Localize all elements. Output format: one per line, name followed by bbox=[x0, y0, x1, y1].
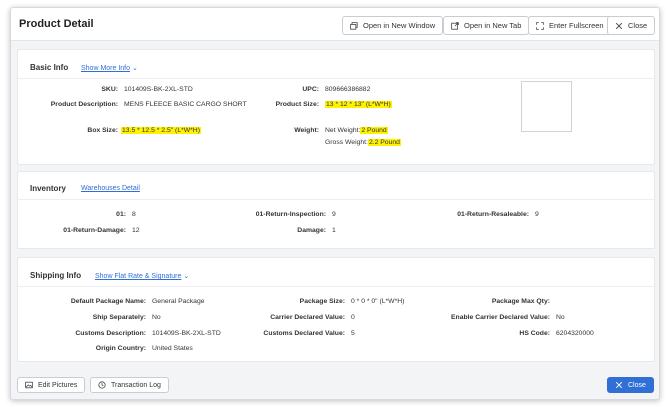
net-weight-row: Net Weight:2 Pound bbox=[325, 127, 388, 134]
upc-value: 809666386882 bbox=[325, 86, 371, 93]
customs-description-value: 101409S-BK-2XL-STD bbox=[152, 330, 221, 337]
box-size-highlight: 13.5 * 12.5 * 2.5" (L*W*H) bbox=[121, 127, 201, 134]
sku-label: SKU: bbox=[101, 86, 118, 93]
show-more-info-label: Show More Info bbox=[81, 65, 131, 72]
customs-declared-value: 5 bbox=[351, 330, 355, 337]
product-description-label: Product Description: bbox=[50, 101, 118, 108]
product-description-value: MENS FLEECE BASIC CARGO SHORT bbox=[124, 101, 247, 108]
ship-separately-label: Ship Separately: bbox=[92, 314, 146, 321]
upc-label: UPC: bbox=[302, 86, 319, 93]
shipping-info-card: Shipping Info Show Flat Rate & Signature… bbox=[17, 257, 655, 362]
product-size-value: 13 * 12 * 13" (L*W*H) bbox=[325, 101, 392, 108]
product-detail-modal: Product Detail Open in New Window Open i… bbox=[10, 7, 660, 400]
window-icon bbox=[350, 21, 358, 30]
footer-close-label: Close bbox=[628, 381, 646, 389]
damage-label: Damage: bbox=[297, 227, 326, 234]
show-flat-rate-link[interactable]: Show Flat Rate & Signature ⌄ bbox=[95, 272, 189, 280]
transaction-log-button[interactable]: Transaction Log bbox=[90, 377, 169, 393]
enter-fullscreen-button[interactable]: Enter Fullscreen bbox=[528, 16, 612, 35]
clock-icon bbox=[98, 381, 106, 389]
carrier-declared-label: Carrier Declared Value: bbox=[270, 314, 345, 321]
carrier-declared-value: 0 bbox=[351, 314, 355, 321]
package-max-qty-label: Package Max Qty: bbox=[491, 298, 550, 305]
warehouses-detail-link[interactable]: Warehouses Detail bbox=[81, 185, 140, 192]
edit-pictures-label: Edit Pictures bbox=[38, 381, 78, 389]
net-weight-value: 2 Pound bbox=[360, 127, 388, 134]
gross-weight-label: Gross Weight: bbox=[325, 139, 368, 146]
sku-value: 101409S-BK-2XL-STD bbox=[124, 86, 193, 93]
damage-value: 1 bbox=[332, 227, 336, 234]
modal-header: Product Detail Open in New Window Open i… bbox=[11, 8, 659, 41]
footer-close-button[interactable]: Close bbox=[607, 377, 654, 393]
close-icon bbox=[615, 22, 623, 30]
basic-info-card: Basic Info Show More Info ⌄ SKU: 101409S-… bbox=[17, 49, 655, 165]
return-resaleable-value: 9 bbox=[535, 211, 539, 218]
open-new-tab-button[interactable]: Open in New Tab bbox=[443, 16, 530, 35]
customs-declared-label: Customs Declared Value: bbox=[263, 330, 345, 337]
modal-footer: Edit Pictures Transaction Log Close bbox=[11, 370, 659, 399]
open-new-tab-label: Open in New Tab bbox=[464, 21, 522, 30]
shipping-info-divider bbox=[18, 286, 654, 287]
open-new-window-button[interactable]: Open in New Window bbox=[342, 16, 444, 35]
product-image-placeholder[interactable] bbox=[521, 81, 572, 132]
default-package-value: General Package bbox=[152, 298, 205, 305]
package-size-label: Package Size: bbox=[299, 298, 345, 305]
default-package-label: Default Package Name: bbox=[70, 298, 146, 305]
fullscreen-icon bbox=[536, 21, 544, 30]
transaction-log-label: Transaction Log bbox=[111, 381, 161, 389]
basic-info-divider bbox=[18, 78, 654, 79]
customs-description-label: Customs Description: bbox=[75, 330, 146, 337]
hs-code-label: HS Code: bbox=[519, 330, 550, 337]
inventory-01-value: 8 bbox=[132, 211, 136, 218]
net-weight-label: Net Weight: bbox=[325, 127, 361, 134]
origin-country-label: Origin Country: bbox=[95, 345, 146, 352]
header-close-button[interactable]: Close bbox=[607, 16, 656, 35]
show-flat-rate-label: Show Flat Rate & Signature bbox=[95, 273, 182, 280]
enable-carrier-declared-label: Enable Carrier Declared Value: bbox=[451, 314, 550, 321]
product-size-label: Product Size: bbox=[275, 101, 319, 108]
picture-icon bbox=[25, 381, 33, 389]
return-inspection-label: 01-Return-Inspection: bbox=[255, 211, 326, 218]
inventory-divider bbox=[18, 199, 654, 200]
header-close-label: Close bbox=[628, 21, 648, 30]
return-inspection-value: 9 bbox=[332, 211, 336, 218]
basic-info-title: Basic Info bbox=[30, 63, 69, 72]
inventory-01-label: 01: bbox=[116, 211, 126, 218]
chevron-down-icon: ⌄ bbox=[183, 273, 190, 280]
origin-country-value: United States bbox=[152, 345, 193, 352]
page-title: Product Detail bbox=[19, 18, 94, 30]
product-size-highlight: 13 * 12 * 13" (L*W*H) bbox=[325, 101, 392, 108]
inventory-title: Inventory bbox=[30, 184, 67, 193]
ship-separately-value: No bbox=[152, 314, 161, 321]
weight-label: Weight: bbox=[294, 127, 319, 134]
enable-carrier-declared-value: No bbox=[556, 314, 565, 321]
chevron-down-icon: ⌄ bbox=[132, 65, 138, 72]
shipping-info-title: Shipping Info bbox=[30, 271, 82, 280]
return-resaleable-label: 01-Return-Resaleable: bbox=[457, 211, 529, 218]
enter-fullscreen-label: Enter Fullscreen bbox=[549, 21, 604, 30]
external-link-icon bbox=[451, 21, 459, 30]
return-damage-label: 01-Return-Damage: bbox=[63, 227, 126, 234]
gross-weight-value: 2.2 Pound bbox=[367, 139, 401, 146]
edit-pictures-button[interactable]: Edit Pictures bbox=[17, 377, 86, 393]
inventory-card: Inventory Warehouses Detail 01: 8 01-Ret… bbox=[17, 171, 655, 249]
box-size-value: 13.5 * 12.5 * 2.5" (L*W*H) bbox=[121, 127, 201, 134]
open-new-window-label: Open in New Window bbox=[363, 21, 436, 30]
return-damage-value: 12 bbox=[132, 227, 140, 234]
close-icon bbox=[615, 381, 623, 389]
hs-code-value: 6204320000 bbox=[556, 330, 594, 337]
box-size-label: Box Size: bbox=[87, 127, 118, 134]
package-size-value: 0 * 0 * 0" (L*W*H) bbox=[351, 298, 405, 305]
gross-weight-row: Gross Weight:2.2 Pound bbox=[325, 139, 401, 146]
show-more-info-link[interactable]: Show More Info ⌄ bbox=[81, 64, 138, 72]
